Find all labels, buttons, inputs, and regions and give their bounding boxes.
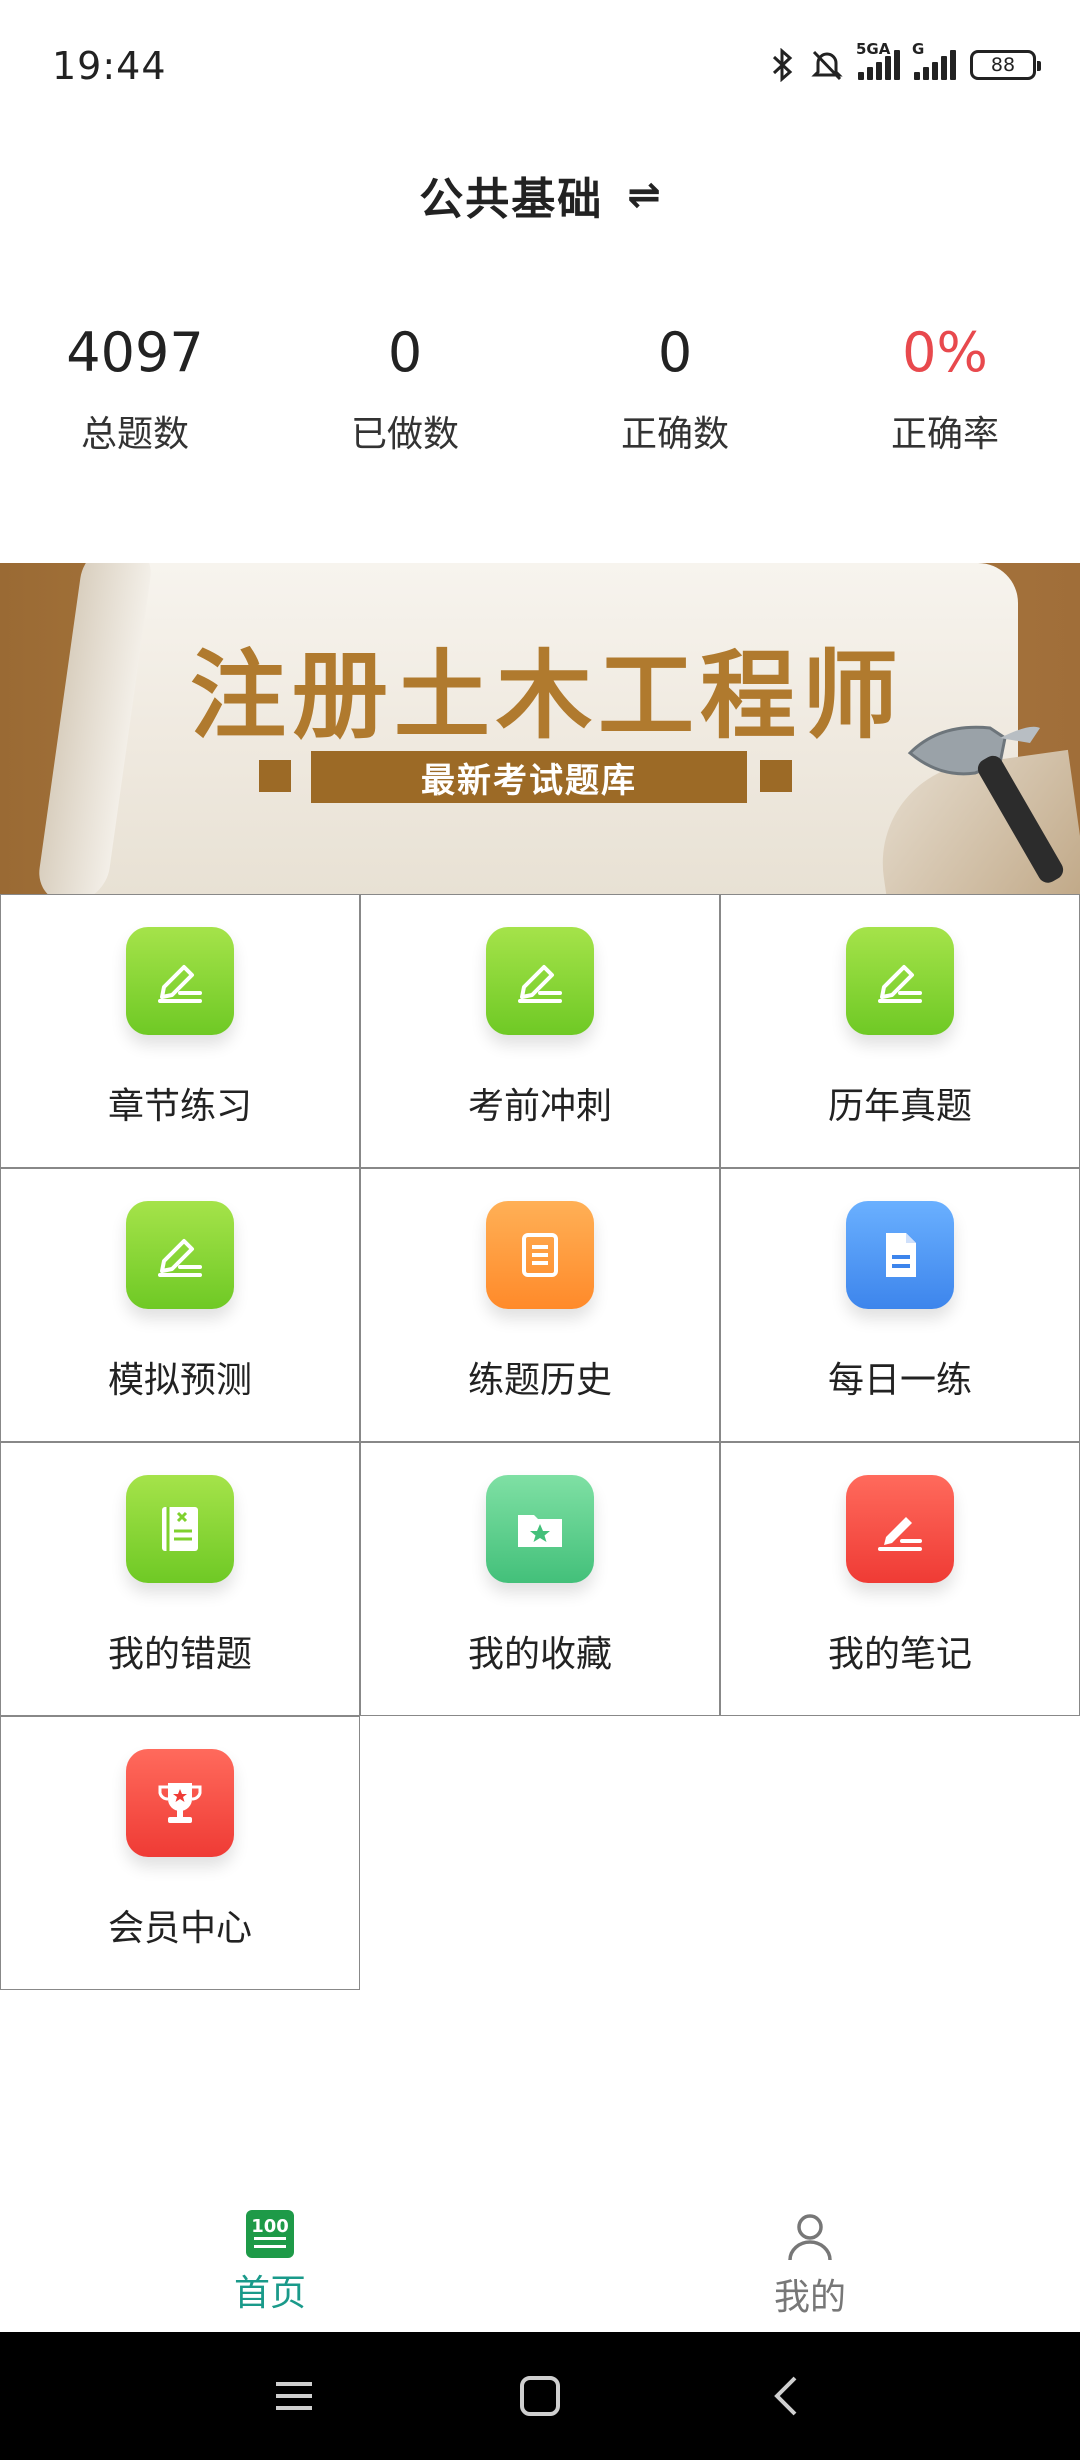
status-icons: 5GA G 88 (770, 40, 1041, 86)
square-home-icon (520, 2376, 560, 2416)
note-edit-icon (846, 1475, 954, 1583)
wrong-notebook-icon (126, 1475, 234, 1583)
status-bar: 19:44 5GA G 88 (0, 0, 1080, 135)
menu-label: 模拟预测 (107, 1360, 252, 1401)
network-type-label-2: G (912, 40, 925, 58)
tab-me[interactable]: 我的 (540, 2190, 1080, 2332)
menu-label: 我的收藏 (467, 1634, 612, 1675)
tab-me-label: 我的 (773, 2277, 846, 2318)
menu-chapter-practice[interactable]: 章节练习 (0, 894, 360, 1168)
scroll-list-icon (486, 1201, 594, 1309)
back-nav-button[interactable] (663, 2374, 909, 2418)
menu-past-papers[interactable]: 历年真题 (720, 894, 1080, 1168)
menu-exam-sprint[interactable]: 考前冲刺 (360, 894, 720, 1168)
stat-label: 正确率 (890, 414, 999, 455)
banner-title: 注册土木工程师 (190, 639, 904, 752)
subject-title[interactable]: 公共基础 (419, 163, 603, 227)
stat-total: 4097 总题数 (0, 315, 270, 485)
home-nav-button[interactable] (417, 2374, 663, 2418)
menu-label: 会员中心 (107, 1908, 252, 1949)
battery-level: 88 (990, 54, 1016, 76)
menu-mock-prediction[interactable]: 模拟预测 (0, 1168, 360, 1442)
menu-my-notes[interactable]: 我的笔记 (720, 1442, 1080, 1716)
star-folder-icon (486, 1475, 594, 1583)
stat-correct: 0 正确数 (540, 315, 810, 485)
edit-icon (486, 927, 594, 1035)
home-100-icon: 100 (246, 2210, 294, 2258)
signal-5ga-icon: 5GA (856, 40, 900, 80)
menu-label: 练题历史 (467, 1360, 612, 1401)
stat-value: 4097 (66, 321, 204, 384)
back-chevron-icon (774, 2376, 797, 2416)
banner-subtitle: 最新考试题库 (421, 760, 637, 801)
menu-label: 每日一练 (827, 1360, 972, 1401)
menu-my-mistakes[interactable]: 我的错题 (0, 1442, 360, 1716)
stat-accuracy: 0% 正确率 (810, 315, 1080, 485)
menu-practice-history[interactable]: 练题历史 (360, 1168, 720, 1442)
trophy-icon (126, 1749, 234, 1857)
tab-home[interactable]: 100 首页 (0, 2190, 540, 2332)
stats-panel: 4097 总题数 0 已做数 0 正确数 0% 正确率 (0, 315, 1080, 485)
system-nav-bar (0, 2332, 1080, 2460)
home-icon-text: 100 (251, 2216, 289, 2237)
switch-subject-icon[interactable]: ⇌ (627, 172, 661, 218)
tab-home-label: 首页 (233, 2273, 306, 2314)
bluetooth-icon (770, 48, 796, 82)
status-time: 19:44 (52, 44, 167, 88)
menu-label: 章节练习 (107, 1086, 252, 1127)
signal-g-icon: G (912, 40, 956, 80)
edit-icon (126, 927, 234, 1035)
stat-label: 正确数 (620, 414, 729, 455)
network-type-label: 5GA (856, 40, 891, 58)
mute-bell-icon (810, 48, 844, 82)
stat-done: 0 已做数 (270, 315, 540, 485)
battery-icon: 88 (970, 50, 1041, 80)
bottom-tab-bar: 100 首页 我的 (0, 2190, 1080, 2332)
stat-value: 0% (902, 321, 988, 384)
document-icon (846, 1201, 954, 1309)
edit-icon (126, 1201, 234, 1309)
banner-subtitle-box: 最新考试题库 (311, 751, 747, 803)
menu-daily-practice[interactable]: 每日一练 (720, 1168, 1080, 1442)
stat-value: 0 (657, 321, 693, 384)
menu-label: 我的笔记 (827, 1634, 972, 1675)
menu-nav-button[interactable] (171, 2378, 417, 2414)
stat-label: 已做数 (350, 414, 459, 455)
person-icon (788, 2214, 832, 2261)
hamburger-icon (276, 2382, 312, 2410)
promo-banner[interactable]: 注册土木工程师 最新考试题库 (0, 563, 1080, 894)
header: 公共基础 ⇌ (0, 135, 1080, 255)
menu-label: 考前冲刺 (467, 1086, 612, 1127)
banner-square-right (760, 760, 792, 792)
stat-label: 总题数 (80, 414, 189, 455)
menu-label: 我的错题 (107, 1634, 252, 1675)
stat-value: 0 (387, 321, 423, 384)
edit-icon (846, 927, 954, 1035)
menu-member-center[interactable]: 会员中心 (0, 1716, 360, 1990)
menu-my-favorites[interactable]: 我的收藏 (360, 1442, 720, 1716)
menu-label: 历年真题 (827, 1086, 972, 1127)
hammer-icon (907, 725, 1064, 883)
banner-square-left (259, 760, 291, 792)
